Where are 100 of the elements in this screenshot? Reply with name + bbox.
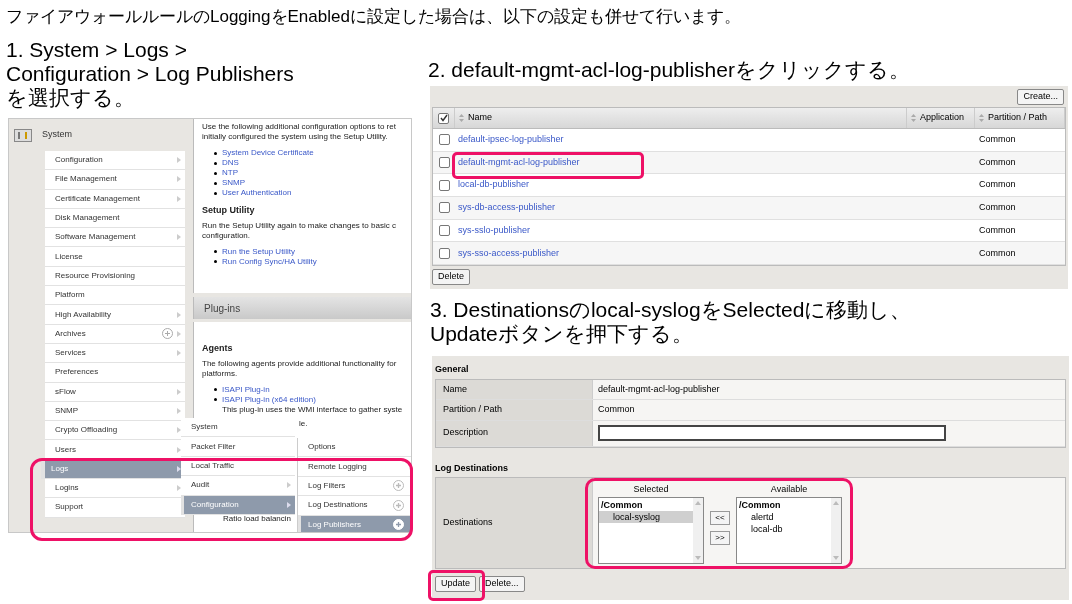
add-icon[interactable] [393, 480, 404, 492]
checkbox[interactable] [438, 225, 450, 237]
link[interactable]: System Device Certificate [222, 148, 314, 158]
submenu-item[interactable]: Audit [181, 476, 295, 496]
delete-button[interactable]: Delete... [479, 576, 525, 592]
up-arrow-icon[interactable] [695, 500, 701, 505]
highlight-frame [428, 570, 485, 601]
link[interactable]: Run Config Sync/HA Utility [222, 256, 317, 267]
list-option[interactable]: alertd [737, 510, 831, 523]
menu-item[interactable]: Preferences [45, 363, 185, 383]
sort-icon [911, 114, 916, 122]
down-arrow-icon[interactable] [833, 555, 839, 560]
publisher-link[interactable]: sys-sso-access-publisher [458, 247, 560, 258]
menu-item[interactable]: Archives [45, 324, 185, 344]
bullet-icon [214, 181, 217, 185]
step-caption: 3. Destinationsのlocal-syslogをSelectedに移動し、 [430, 298, 912, 322]
menu-item[interactable]: Services [45, 343, 185, 364]
menu-item[interactable]: High Availability [45, 305, 185, 325]
arrow-icon [177, 408, 181, 414]
link[interactable]: Run the Setup Utility [222, 246, 295, 257]
paragraph-line: platforms. [202, 368, 238, 379]
description-field[interactable] [598, 425, 946, 441]
table-cell: Common [979, 224, 1016, 235]
field-label: Description [443, 426, 489, 440]
checkbox[interactable] [438, 179, 450, 191]
system-icon [14, 128, 32, 142]
list-group: /Common [599, 498, 693, 511]
submenu-item[interactable]: System [181, 418, 295, 438]
arrow-icon [287, 501, 291, 508]
list-group: /Common [737, 498, 831, 511]
field-value: default-mgmt-acl-log-publisher [598, 382, 720, 396]
slide-heading: ファイアウォールルールのLoggingをEnabledに設定した場合は、以下の設定も併せて行います。 [6, 6, 741, 28]
arrow-icon [177, 485, 181, 492]
checkbox[interactable] [438, 112, 449, 124]
step-caption: 1. System > Logs > [6, 38, 187, 62]
scrollbar[interactable] [831, 497, 841, 563]
link[interactable]: User Authentication [222, 188, 292, 198]
section-title: Setup Utility [202, 204, 255, 217]
add-icon[interactable] [162, 328, 173, 340]
paragraph-line: The following agents provide additional functionality for [202, 358, 397, 369]
paragraph-line: Ratio load balancin [223, 514, 292, 524]
arrow-icon [177, 330, 181, 337]
link[interactable]: NTP [222, 168, 238, 178]
checkbox[interactable] [438, 157, 450, 169]
menu-item[interactable]: Support [45, 498, 185, 518]
paragraph-line: Run the Setup Utility again to make changes to basic c [202, 220, 396, 231]
paragraph-line: This plug-in uses the WMI interface to gather syste [221, 404, 403, 415]
arrow-icon [177, 427, 181, 434]
section-title: General [435, 363, 469, 376]
down-arrow-icon[interactable] [695, 555, 701, 560]
column-header[interactable]: Partition / Path [975, 108, 1065, 128]
table-cell: Common [979, 179, 1016, 190]
bullet-icon [214, 161, 217, 165]
move-left-button[interactable]: << [710, 511, 730, 525]
create-button[interactable]: Create... [1017, 89, 1064, 105]
menu-item[interactable]: sFlow [45, 382, 185, 402]
menu-item[interactable]: Platform [45, 286, 185, 306]
step-caption: 2. default-mgmt-acl-log-publisherをクリックする。 [428, 57, 910, 83]
arrow-icon [177, 388, 181, 395]
list-title: Available [770, 483, 808, 496]
field-label: Partition / Path [443, 403, 503, 416]
menu-item[interactable]: License [45, 247, 185, 267]
menu-item[interactable]: File Management [45, 170, 185, 190]
update-button[interactable]: Update [435, 576, 477, 592]
menu-item[interactable]: Disk Management [45, 208, 185, 229]
publisher-link[interactable]: sys-sslo-publisher [458, 224, 531, 235]
arrow-icon [177, 446, 181, 453]
list-option[interactable]: local-db [737, 522, 831, 535]
menu-item[interactable]: Certificate Management [45, 189, 185, 209]
link[interactable]: SNMP [222, 178, 246, 188]
menu-item[interactable]: Resource Provisioning [45, 266, 185, 287]
column-header[interactable]: Application [907, 108, 975, 128]
link[interactable]: ISAPI Plug-in (x64 edition) [222, 394, 316, 405]
sidebar-title: System [42, 128, 72, 142]
up-arrow-icon[interactable] [833, 500, 839, 505]
add-icon[interactable] [393, 499, 404, 511]
checkbox[interactable] [438, 202, 450, 214]
delete-button[interactable]: Delete [432, 269, 470, 286]
move-right-button[interactable]: >> [710, 531, 730, 545]
step-caption: Updateボタンを押下する。 [430, 322, 693, 346]
bullet-icon [214, 388, 217, 391]
column-header[interactable]: Name [455, 108, 907, 128]
menu-item[interactable]: Software Management [45, 228, 185, 248]
submenu-item[interactable]: Packet Filter [181, 437, 295, 457]
table-cell: Common [979, 202, 1016, 213]
bullet-icon [214, 260, 217, 263]
publisher-link[interactable]: default-mgmt-acl-log-publisher [458, 156, 580, 167]
publisher-link[interactable]: local-db-publisher [458, 179, 530, 190]
checkbox[interactable] [438, 247, 450, 259]
menu-item[interactable]: Configuration [45, 151, 185, 171]
scrollbar[interactable] [693, 497, 703, 563]
publisher-link[interactable]: sys-db-access-publisher [458, 202, 556, 213]
list-option[interactable]: local-syslog [599, 510, 693, 523]
link[interactable]: DNS [222, 158, 239, 168]
destination-list[interactable]: /Common local-syslog [598, 496, 704, 564]
checkbox[interactable] [438, 134, 450, 146]
publisher-link[interactable]: default-ipsec-log-publisher [458, 134, 564, 145]
link[interactable]: ISAPI Plug-in [222, 384, 270, 395]
table-cell: Common [979, 134, 1016, 145]
table-cell: Common [979, 247, 1016, 258]
